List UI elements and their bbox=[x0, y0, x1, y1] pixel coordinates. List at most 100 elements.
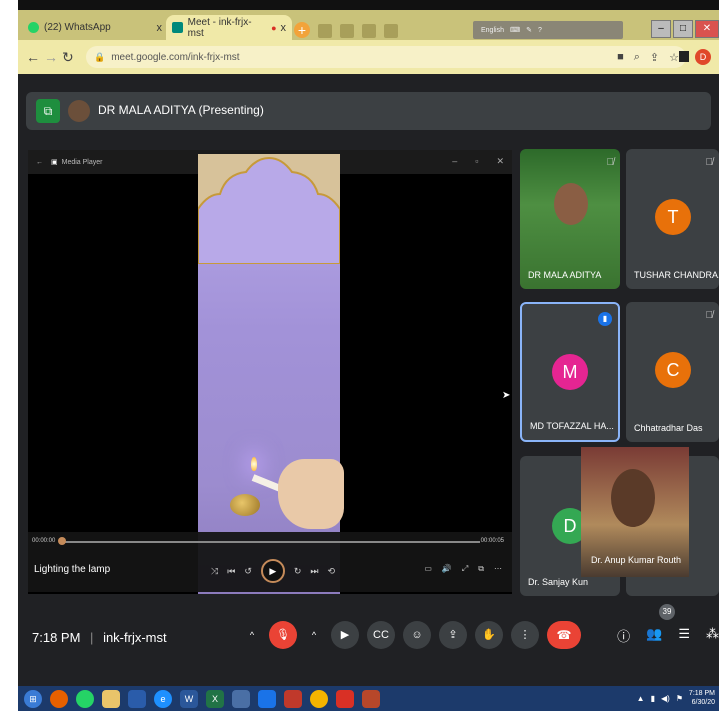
volume-icon[interactable]: 🔊 bbox=[442, 564, 452, 574]
app-icon[interactable] bbox=[362, 24, 376, 38]
app-icon[interactable] bbox=[128, 689, 146, 708]
media-icon[interactable] bbox=[284, 689, 302, 708]
taskbar-clock[interactable]: 7:18 PM 6/30/20 bbox=[689, 689, 715, 707]
app-icon[interactable] bbox=[340, 24, 354, 38]
raise-hand-button[interactable]: ✋ bbox=[475, 621, 503, 649]
audio-options-button[interactable]: ^ bbox=[243, 621, 261, 649]
volume-icon[interactable]: ◀) bbox=[661, 694, 670, 703]
camera-icon[interactable]: ■ bbox=[617, 51, 624, 64]
cast-icon[interactable]: ⧉ bbox=[478, 564, 484, 574]
media-right-controls: ▭ 🔊 ⤢ ⧉ ⋯ bbox=[424, 564, 502, 574]
call-controls: ^ 🎙 ^ ▶ CC ☺ ⇪ ✋ ⋮ ☎ bbox=[243, 621, 581, 649]
seek-track[interactable] bbox=[60, 541, 480, 543]
current-time: 00:00:00 bbox=[32, 538, 56, 544]
present-icon[interactable]: ⧉ bbox=[36, 99, 60, 123]
total-time: 00:00:05 bbox=[480, 538, 504, 544]
forward-icon[interactable]: → bbox=[44, 49, 58, 65]
captions-button[interactable]: CC bbox=[367, 621, 395, 649]
profile-avatar[interactable]: D bbox=[695, 49, 711, 65]
reload-icon[interactable]: ↻ bbox=[62, 49, 74, 66]
explorer-icon[interactable] bbox=[102, 689, 120, 708]
language-bar[interactable]: English ⌨ ✎ ? bbox=[473, 21, 623, 39]
close-icon[interactable]: x bbox=[281, 22, 287, 34]
back-icon[interactable]: ← bbox=[36, 159, 43, 166]
back-icon[interactable]: ← bbox=[26, 49, 40, 65]
zoom-icon[interactable]: ⌕ bbox=[634, 51, 640, 64]
media-player-title: Media Player bbox=[61, 158, 103, 166]
flag-icon[interactable]: ⚑ bbox=[676, 694, 683, 703]
meeting-time: 7:18 PM bbox=[32, 630, 81, 645]
participant-tile[interactable]: 🎙̸ DR MALA ADITYA bbox=[520, 149, 620, 289]
excel-icon[interactable]: X bbox=[206, 689, 224, 708]
ie-icon[interactable]: e bbox=[154, 689, 172, 708]
info-icon[interactable]: ⓘ bbox=[617, 626, 630, 645]
close-icon[interactable]: ✕ bbox=[496, 156, 504, 167]
arrow-up-icon[interactable]: ▲ bbox=[637, 694, 645, 703]
maximize-button[interactable]: □ bbox=[673, 20, 693, 38]
paint-icon[interactable] bbox=[232, 689, 250, 708]
restore-icon[interactable]: ▫ bbox=[475, 156, 478, 167]
seek-knob[interactable] bbox=[58, 537, 66, 545]
participant-tile[interactable]: T 🎙̸ TUSHAR CHANDRA... bbox=[626, 149, 719, 289]
lock-icon: 🔒 bbox=[94, 51, 106, 62]
meet-area: ⧉ DR MALA ADITYA (Presenting) ← ▣ Media … bbox=[18, 74, 719, 686]
previous-icon[interactable]: ⏮ bbox=[227, 566, 235, 577]
whatsapp-icon[interactable] bbox=[76, 689, 94, 708]
media-player-icon: ▣ bbox=[51, 159, 58, 166]
participant-avatar: M bbox=[552, 354, 588, 390]
word-icon[interactable]: W bbox=[180, 689, 198, 708]
close-icon[interactable]: x bbox=[157, 22, 163, 34]
powerpoint-icon[interactable] bbox=[362, 689, 380, 708]
close-window-button[interactable]: ✕ bbox=[695, 20, 719, 38]
activities-icon[interactable]: ⁂ bbox=[706, 626, 719, 645]
forward-icon[interactable]: ↻ bbox=[294, 566, 302, 577]
tab-meet[interactable]: Meet - ink-frjx-mst ● x bbox=[166, 15, 292, 40]
more-options-button[interactable]: ⋮ bbox=[511, 621, 539, 649]
leave-call-button[interactable]: ☎ bbox=[547, 621, 581, 649]
participant-name: Chhatradhar Das bbox=[634, 423, 703, 433]
more-icon[interactable]: ⋯ bbox=[494, 564, 502, 574]
fullscreen-icon[interactable]: ⤢ bbox=[462, 564, 468, 574]
acrobat-icon[interactable] bbox=[336, 689, 354, 708]
chat-icon[interactable]: ☰ bbox=[678, 626, 690, 645]
rewind-icon[interactable]: ↺ bbox=[244, 566, 252, 577]
start-icon[interactable]: ⊞ bbox=[24, 689, 42, 708]
participant-name: Dr. Sanjay Kun bbox=[528, 577, 589, 587]
emoji-button[interactable]: ☺ bbox=[403, 621, 431, 649]
next-icon[interactable]: ⏭ bbox=[310, 566, 318, 577]
participant-tile-floating[interactable]: Dr. Anup Kumar Routh bbox=[581, 447, 689, 577]
video-options-button[interactable]: ^ bbox=[305, 621, 323, 649]
camera-button[interactable]: ▶ bbox=[331, 621, 359, 649]
mic-off-icon: 🎙̸ bbox=[705, 157, 714, 168]
shuffle-icon[interactable]: ⤨ bbox=[211, 566, 218, 577]
brass-lamp bbox=[230, 494, 260, 516]
present-button[interactable]: ⇪ bbox=[439, 621, 467, 649]
playback-controls: ⤨ ⏮ ↺ ▶ ↻ ⏭ ⟲ bbox=[211, 559, 335, 583]
people-icon[interactable]: 👥 bbox=[646, 626, 662, 645]
share-icon[interactable]: ⇪ bbox=[650, 51, 659, 64]
play-button[interactable]: ▶ bbox=[260, 559, 285, 583]
tab-whatsapp[interactable]: (22) WhatsApp x bbox=[22, 15, 168, 40]
zoom-icon[interactable] bbox=[258, 689, 276, 708]
url-bar[interactable]: 🔒 meet.google.com/ink-frjx-mst bbox=[86, 46, 686, 68]
mic-off-icon: 🎙̸ bbox=[705, 310, 714, 321]
captions-icon[interactable]: ▭ bbox=[424, 564, 432, 574]
network-icon[interactable]: ▮ bbox=[651, 694, 655, 703]
app-icon[interactable] bbox=[318, 24, 332, 38]
new-tab-button[interactable]: + bbox=[294, 22, 310, 38]
chrome-icon[interactable] bbox=[310, 689, 328, 708]
presenting-label: DR MALA ADITYA (Presenting) bbox=[98, 103, 264, 117]
participant-tile[interactable]: M ▮ MD TOFAZZAL HA... bbox=[520, 302, 620, 442]
minimize-icon[interactable]: – bbox=[452, 156, 457, 167]
app-icon[interactable] bbox=[384, 24, 398, 38]
keyboard-icon: ⌨ bbox=[509, 27, 521, 34]
mic-off-button[interactable]: 🎙 bbox=[269, 621, 297, 649]
bookmark-star-icon[interactable]: ☆ bbox=[669, 51, 679, 64]
firefox-icon[interactable] bbox=[50, 689, 68, 708]
repeat-icon[interactable]: ⟲ bbox=[328, 566, 336, 577]
participant-name: MD TOFAZZAL HA... bbox=[530, 421, 614, 431]
minimize-button[interactable]: – bbox=[651, 20, 671, 38]
sidebar-icon[interactable] bbox=[679, 51, 689, 62]
media-title: Lighting the lamp bbox=[34, 564, 111, 575]
participant-tile[interactable]: C 🎙̸ Chhatradhar Das bbox=[626, 302, 719, 442]
